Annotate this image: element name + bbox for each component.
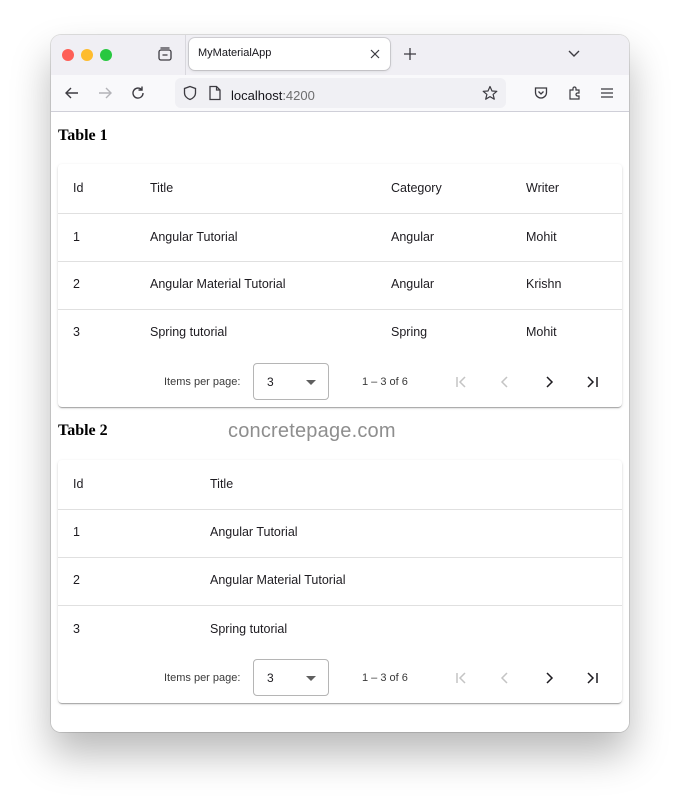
tab-title: MyMaterialApp	[198, 47, 272, 59]
table1-header-row: Id Title Category Writer	[58, 164, 622, 214]
table-row: 2 Angular Material Tutorial Angular Kris…	[58, 262, 622, 310]
table1-heading: Table 1	[58, 127, 108, 144]
extensions-icon[interactable]	[567, 85, 583, 101]
table-row: 3 Spring tutorial Spring Mohit	[58, 310, 622, 357]
table1-col-id[interactable]: Id	[73, 181, 83, 195]
items-per-page-label: Items per page:	[164, 376, 241, 388]
table-row: 1 Angular Tutorial Angular Mohit	[58, 214, 622, 262]
table1-col-title[interactable]: Title	[150, 181, 173, 195]
page-size-select[interactable]: 3	[253, 659, 329, 696]
last-page-icon[interactable]	[584, 670, 600, 686]
bookmark-star-icon[interactable]	[482, 85, 498, 101]
range-label: 1 – 3 of 6	[362, 672, 408, 684]
cell-title: Angular Material Tutorial	[210, 573, 346, 587]
table2-paginator: Items per page: 3 1 – 3 of 6	[58, 655, 622, 701]
first-page-icon[interactable]	[454, 670, 470, 686]
table2-card: Id Title 1 Angular Tutorial 2 Angular Ma…	[58, 460, 622, 703]
next-page-icon[interactable]	[541, 374, 557, 390]
reload-icon[interactable]	[130, 85, 146, 101]
dropdown-arrow-icon	[306, 676, 316, 681]
shield-icon[interactable]	[182, 85, 198, 101]
tab-bar: MyMaterialApp	[51, 35, 629, 75]
url-port: :4200	[282, 88, 315, 103]
last-page-icon[interactable]	[584, 374, 600, 390]
pocket-icon[interactable]	[533, 85, 549, 101]
url-host: localhost	[231, 88, 283, 103]
table2-col-id[interactable]: Id	[73, 477, 83, 491]
browser-window: MyMaterialApp localhost:4200 Table 1 Id …	[51, 35, 629, 732]
cell-category: Spring	[391, 325, 428, 339]
cell-id: 3	[73, 622, 80, 636]
cell-id: 3	[73, 325, 80, 339]
items-per-page-label: Items per page:	[164, 672, 241, 684]
next-page-icon[interactable]	[541, 670, 557, 686]
cell-title: Angular Material Tutorial	[150, 277, 286, 291]
cell-title: Spring tutorial	[150, 325, 228, 339]
watermark: concretepage.com	[228, 420, 396, 442]
page-size-select[interactable]: 3	[253, 363, 329, 400]
cell-id: 2	[73, 277, 80, 291]
table-row: 3 Spring tutorial	[58, 606, 622, 653]
table2-header-row: Id Title	[58, 460, 622, 510]
navigation-bar: localhost:4200	[51, 75, 629, 112]
close-tab-icon[interactable]	[369, 48, 381, 60]
new-tab-icon[interactable]	[403, 47, 417, 61]
forward-arrow-icon[interactable]	[97, 85, 113, 101]
tab-separator	[185, 35, 186, 75]
cell-category: Angular	[391, 277, 435, 291]
cell-writer: Mohit	[526, 325, 557, 339]
range-label: 1 – 3 of 6	[362, 376, 408, 388]
page-size-value: 3	[267, 375, 274, 389]
table-row: 1 Angular Tutorial	[58, 510, 622, 558]
previous-page-icon[interactable]	[497, 670, 513, 686]
close-window-button[interactable]	[62, 49, 74, 61]
table1-col-category[interactable]: Category	[391, 181, 442, 195]
dropdown-arrow-icon	[306, 380, 316, 385]
url-bar[interactable]: localhost:4200	[175, 78, 506, 108]
previous-page-icon[interactable]	[497, 374, 513, 390]
table1-col-writer[interactable]: Writer	[526, 181, 559, 195]
cell-writer: Mohit	[526, 230, 557, 244]
page-icon[interactable]	[208, 85, 222, 101]
cell-id: 1	[73, 230, 80, 244]
tab-overview-icon[interactable]	[157, 46, 173, 62]
cell-title: Spring tutorial	[210, 622, 288, 636]
url-text: localhost:4200	[231, 88, 315, 103]
page-content: Table 1 Id Title Category Writer 1 Angul…	[51, 112, 629, 732]
menu-icon[interactable]	[599, 85, 615, 101]
cell-category: Angular	[391, 230, 435, 244]
table2-heading: Table 2	[58, 422, 108, 439]
cell-id: 1	[73, 525, 80, 539]
table1-paginator: Items per page: 3 1 – 3 of 6	[58, 359, 622, 405]
table1-card: Id Title Category Writer 1 Angular Tutor…	[58, 164, 622, 407]
cell-title: Angular Tutorial	[150, 230, 238, 244]
chevron-down-icon[interactable]	[567, 48, 581, 60]
cell-title: Angular Tutorial	[210, 525, 298, 539]
active-tab[interactable]: MyMaterialApp	[189, 38, 390, 70]
back-arrow-icon[interactable]	[64, 85, 80, 101]
minimize-window-button[interactable]	[81, 49, 93, 61]
cell-writer: Krishn	[526, 277, 562, 291]
first-page-icon[interactable]	[454, 374, 470, 390]
cell-id: 2	[73, 573, 80, 587]
table-row: 2 Angular Material Tutorial	[58, 558, 622, 606]
zoom-window-button[interactable]	[100, 49, 112, 61]
table2-col-title[interactable]: Title	[210, 477, 233, 491]
page-size-value: 3	[267, 671, 274, 685]
